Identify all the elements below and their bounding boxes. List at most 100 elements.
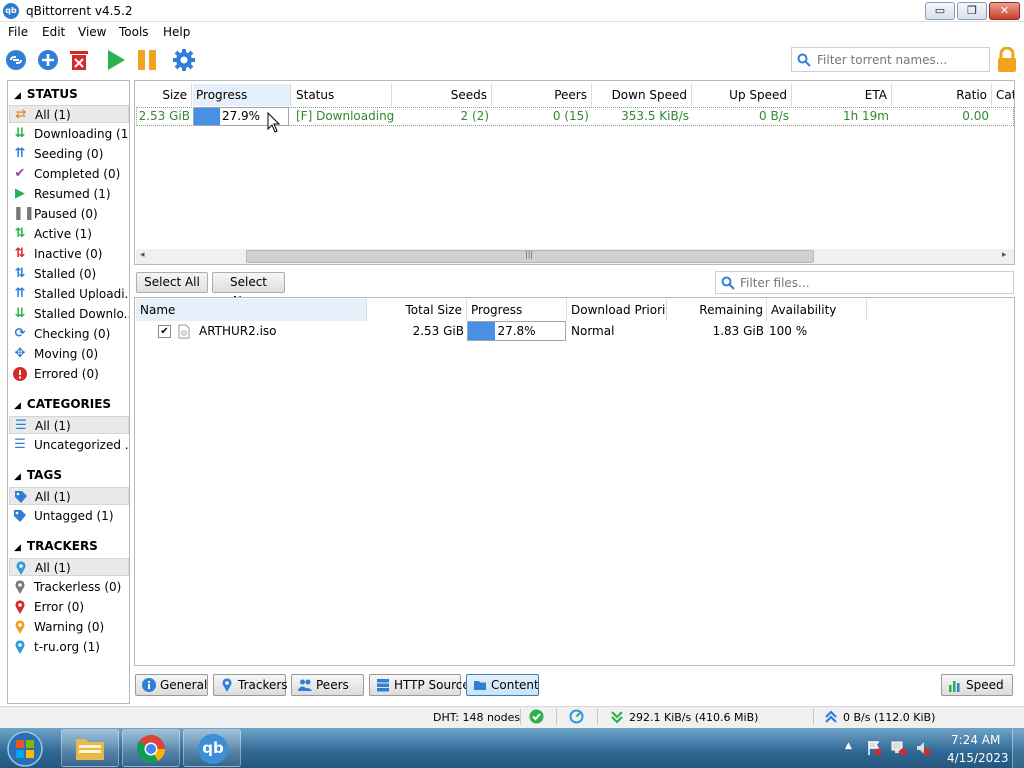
play-icon: ▶ [15,186,25,201]
scroll-right-arrow-icon[interactable]: ▸ [1002,250,1007,260]
action-center-flag-icon[interactable] [866,740,882,756]
status-downloading[interactable]: ⇊ Downloading (1) [9,125,129,143]
status-active[interactable]: ⇅ Active (1) [9,225,129,243]
speed-button[interactable]: Speed [941,674,1013,696]
show-desktop-button[interactable] [1012,729,1024,768]
volume-icon[interactable] [915,740,931,756]
taskbar-qbittorrent[interactable]: qb [183,729,241,767]
menu-edit[interactable]: Edit [42,25,65,39]
download-icon: ⇊ [14,126,26,141]
tag-untagged-label: Untagged (1) [34,509,114,523]
column-size[interactable]: Size [136,84,192,106]
column-total-size[interactable]: Total Size [368,299,467,321]
status-stalled-uploading[interactable]: ⇈ Stalled Uploadi... [9,285,129,303]
column-peers[interactable]: Peers [493,84,592,106]
tags-section-header[interactable]: ◢ TAGS [14,468,62,482]
menu-help[interactable]: Help [163,25,190,39]
column-remaining[interactable]: Remaining [668,299,767,321]
tab-peers[interactable]: Peers [291,674,364,696]
torrent-search-input[interactable]: Filter torrent names... [791,47,990,72]
tracker-all[interactable]: All (1) [9,558,129,576]
menu-view[interactable]: View [78,25,106,39]
maximize-button[interactable]: ❐ [957,2,987,20]
link-icon[interactable] [5,49,27,71]
connection-globe-icon[interactable] [529,709,544,724]
column-eta[interactable]: ETA [793,84,892,106]
delete-icon[interactable] [68,49,90,71]
show-hidden-icons-arrow[interactable]: ▲ [845,741,852,751]
column-up-speed[interactable]: Up Speed [693,84,792,106]
trackers-section-header[interactable]: ◢ TRACKERS [14,539,98,553]
tracker-warning[interactable]: Warning (0) [9,618,129,636]
speed-chart-icon [949,681,960,692]
select-all-button[interactable]: Select All [136,272,208,293]
tab-content[interactable]: Content [466,674,539,696]
options-gear-icon[interactable] [173,49,195,71]
tag-all[interactable]: All (1) [9,487,129,505]
tracker-trackerless[interactable]: Trackerless (0) [9,578,129,596]
tracker-error[interactable]: Error (0) [9,598,129,616]
status-checking-label: Checking (0) [34,327,111,341]
check-icon: ✔ [14,166,26,181]
status-section-header[interactable]: ◢ STATUS [14,87,78,101]
status-resumed[interactable]: ▶ Resumed (1) [9,185,129,203]
tab-http-sources-label: HTTP Sources [394,678,476,692]
folder-icon [474,681,486,690]
status-moving[interactable]: ✥ Moving (0) [9,345,129,363]
taskbar-explorer[interactable] [61,729,119,767]
network-icon[interactable] [891,740,907,756]
close-button[interactable]: ✕ [989,2,1020,20]
status-completed[interactable]: ✔ Completed (0) [9,165,129,183]
tab-http-sources[interactable]: HTTP Sources [369,674,476,696]
column-name[interactable]: Name [136,299,367,321]
start-button-icon[interactable] [6,730,44,768]
column-file-progress[interactable]: Progress [468,299,567,321]
menu-tools[interactable]: Tools [119,25,149,39]
updown-red-icon: ⇅ [14,246,26,261]
scroll-left-arrow-icon[interactable]: ◂ [140,250,145,260]
file-checkbox[interactable]: ✔ [158,325,171,338]
column-category[interactable]: Cat [993,84,1014,106]
minimize-button[interactable]: ▭ [925,2,955,20]
lock-icon[interactable] [996,47,1018,73]
status-all[interactable]: ⇄ All (1) [9,105,129,123]
folder-explorer-icon [76,739,104,760]
trackers-section-title: TRACKERS [26,539,98,553]
select-none-button[interactable]: Select None [212,272,285,308]
hscrollbar-thumb[interactable]: ||| [246,250,814,263]
tab-trackers[interactable]: Trackers [213,674,288,696]
resume-icon[interactable] [105,49,127,71]
status-paused[interactable]: ❚❚ Paused (0) [9,205,129,223]
category-all[interactable]: ☰ All (1) [9,416,129,434]
column-status[interactable]: Status [292,84,392,106]
filter-files-input[interactable]: Filter files... [715,271,1014,294]
file-priority[interactable]: Normal [571,322,614,341]
clock-date[interactable]: 4/15/2023 [947,751,1009,765]
tab-general[interactable]: General [135,674,208,696]
tab-general-label: General [160,678,208,692]
column-seeds[interactable]: Seeds [393,84,492,106]
column-down-speed[interactable]: Down Speed [593,84,692,106]
taskbar-chrome[interactable] [122,729,180,767]
add-icon[interactable] [37,49,59,71]
status-stalled-downloading[interactable]: ⇊ Stalled Downlo... [9,305,129,323]
column-ratio[interactable]: Ratio [893,84,992,106]
status-checking[interactable]: ⟳ Checking (0) [9,325,129,343]
status-inactive[interactable]: ⇅ Inactive (0) [9,245,129,263]
status-seeding[interactable]: ⇈ Seeding (0) [9,145,129,163]
category-uncategorized[interactable]: ☰ Uncategorized ... [9,436,129,454]
status-errored[interactable]: Errored (0) [9,365,129,383]
status-stalled[interactable]: ⇅ Stalled (0) [9,265,129,283]
tracker-t-ru-org[interactable]: t-ru.org (1) [9,638,129,656]
pin-red-icon [13,600,27,614]
menu-file[interactable]: File [8,25,28,39]
tag-untagged[interactable]: Untagged (1) [9,507,129,525]
column-progress[interactable]: Progress [193,84,291,106]
speed-limit-icon[interactable] [569,709,584,724]
clock-time[interactable]: 7:24 AM [951,733,1000,747]
column-availability[interactable]: Availability [768,299,867,321]
column-download-priority[interactable]: Download Priority [568,299,667,321]
categories-section-header[interactable]: ◢ CATEGORIES [14,397,111,411]
torrent-ratio: 0.00 [962,109,989,123]
pause-icon[interactable] [136,49,158,71]
